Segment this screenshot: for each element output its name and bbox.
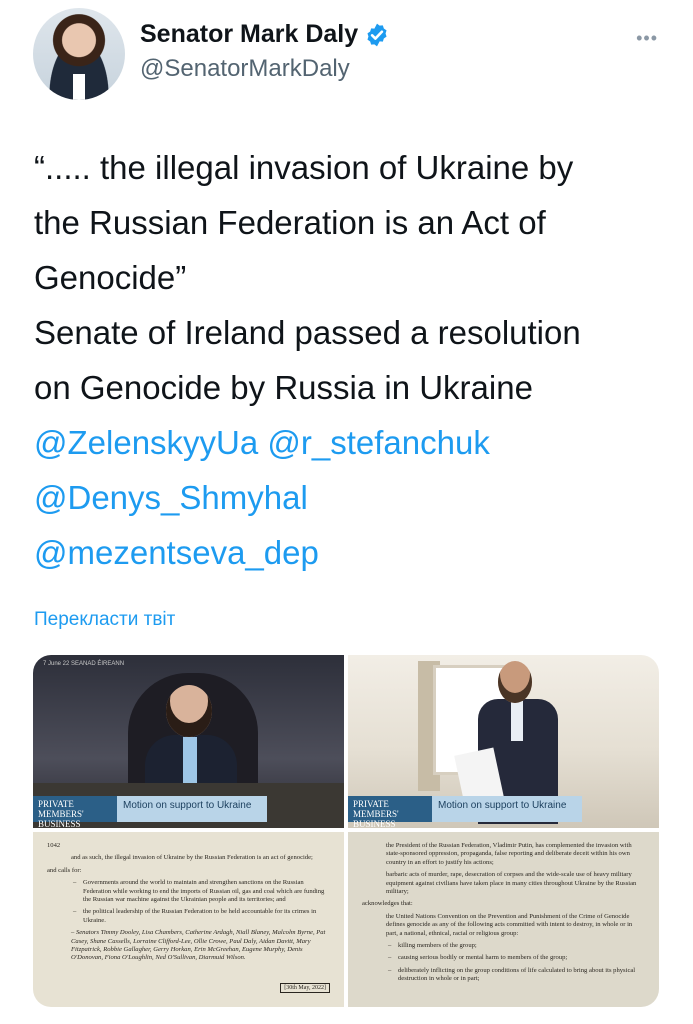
person-shirt	[183, 737, 197, 787]
channel-logo: 7 June 22 SEANAD ÉIREANN	[43, 661, 125, 667]
doc-bullet: deliberately inflicting on the group con…	[362, 967, 645, 984]
lower-third: PRIVATE MEMBERS' BUSINESS Motion on supp…	[33, 796, 267, 828]
media-image-senator-speaking[interactable]: PRIVATE MEMBERS' BUSINESS Motion on supp…	[348, 655, 659, 828]
doc-bullet: Governments around the world to maintain…	[47, 879, 330, 904]
tweet-line: the Russian Federation is an Act of	[34, 204, 546, 241]
lower-third-tag: PRIVATE MEMBERS' BUSINESS	[33, 796, 117, 828]
tweet-line: “..... the illegal invasion of Ukraine b…	[34, 149, 574, 186]
doc-bullet: killing members of the group;	[362, 942, 645, 951]
doc-header: 1042	[47, 842, 61, 849]
lower-third-tag: PRIVATE MEMBERS' BUSINESS	[348, 796, 432, 828]
translate-tweet-link[interactable]: Перекласти твіт	[34, 609, 175, 631]
verified-badge-icon	[367, 23, 387, 46]
tweet-line: on Genocide by Russia in Ukraine	[34, 369, 533, 406]
doc-bullet: causing serious bodily or mental harm to…	[362, 954, 645, 963]
document-text: 1042 and as such, the illegal invasion o…	[33, 832, 344, 1007]
doc-signatories: – Senators Timmy Dooley, Lisa Chambers, …	[71, 929, 326, 962]
tweet-line: Senate of Ireland passed a resolution	[34, 314, 581, 351]
person-head	[166, 685, 212, 737]
more-options-icon[interactable]: •••	[636, 28, 658, 49]
author-display-name[interactable]: Senator Mark Daly	[140, 20, 358, 49]
tweet-text: “..... the illegal invasion of Ukraine b…	[34, 140, 664, 580]
mention-link[interactable]: @Denys_Shmyhal	[34, 470, 664, 525]
avatar[interactable]	[33, 8, 125, 100]
document-text: the President of the Russian Federation,…	[348, 832, 659, 1007]
person-head	[498, 661, 532, 703]
doc-paragraph: and calls for:	[47, 866, 82, 874]
doc-paragraph: and as such, the illegal invasion of Ukr…	[71, 854, 313, 862]
doc-date: [30th May, 2022]	[280, 982, 330, 993]
doc-paragraph: the United Nations Convention on the Pre…	[386, 912, 633, 937]
media-grid: 7 June 22 SEANAD ÉIREANN PRIVATE MEMBERS…	[33, 655, 659, 1007]
author-name-row: Senator Mark Daly	[140, 20, 390, 49]
doc-paragraph: acknowledges that:	[362, 900, 413, 908]
lower-third-title: Motion on support to Ukraine	[432, 796, 582, 822]
person-shirt	[511, 701, 523, 741]
mention-link[interactable]: @mezentseva_dep	[34, 525, 664, 580]
lower-third: PRIVATE MEMBERS' BUSINESS Motion on supp…	[348, 796, 582, 828]
media-image-senate-chair[interactable]: 7 June 22 SEANAD ÉIREANN PRIVATE MEMBERS…	[33, 655, 344, 828]
mention-link[interactable]: @ZelenskyyUa @r_stefanchuk	[34, 415, 664, 470]
media-image-motion-text-left[interactable]: 1042 and as such, the illegal invasion o…	[33, 832, 344, 1007]
tweet-header: Senator Mark Daly @SenatorMarkDaly •••	[33, 8, 673, 104]
author-handle[interactable]: @SenatorMarkDaly	[140, 55, 350, 83]
tweet-line: Genocide”	[34, 259, 187, 296]
lower-third-title: Motion on support to Ukraine	[117, 796, 267, 822]
avatar-shirt	[73, 74, 85, 100]
doc-paragraph: barbaric acts of murder, rape, desecrati…	[386, 871, 637, 896]
doc-paragraph: the President of the Russian Federation,…	[386, 842, 632, 866]
media-image-motion-text-right[interactable]: the President of the Russian Federation,…	[348, 832, 659, 1007]
doc-bullet: the political leadership of the Russian …	[47, 908, 330, 925]
